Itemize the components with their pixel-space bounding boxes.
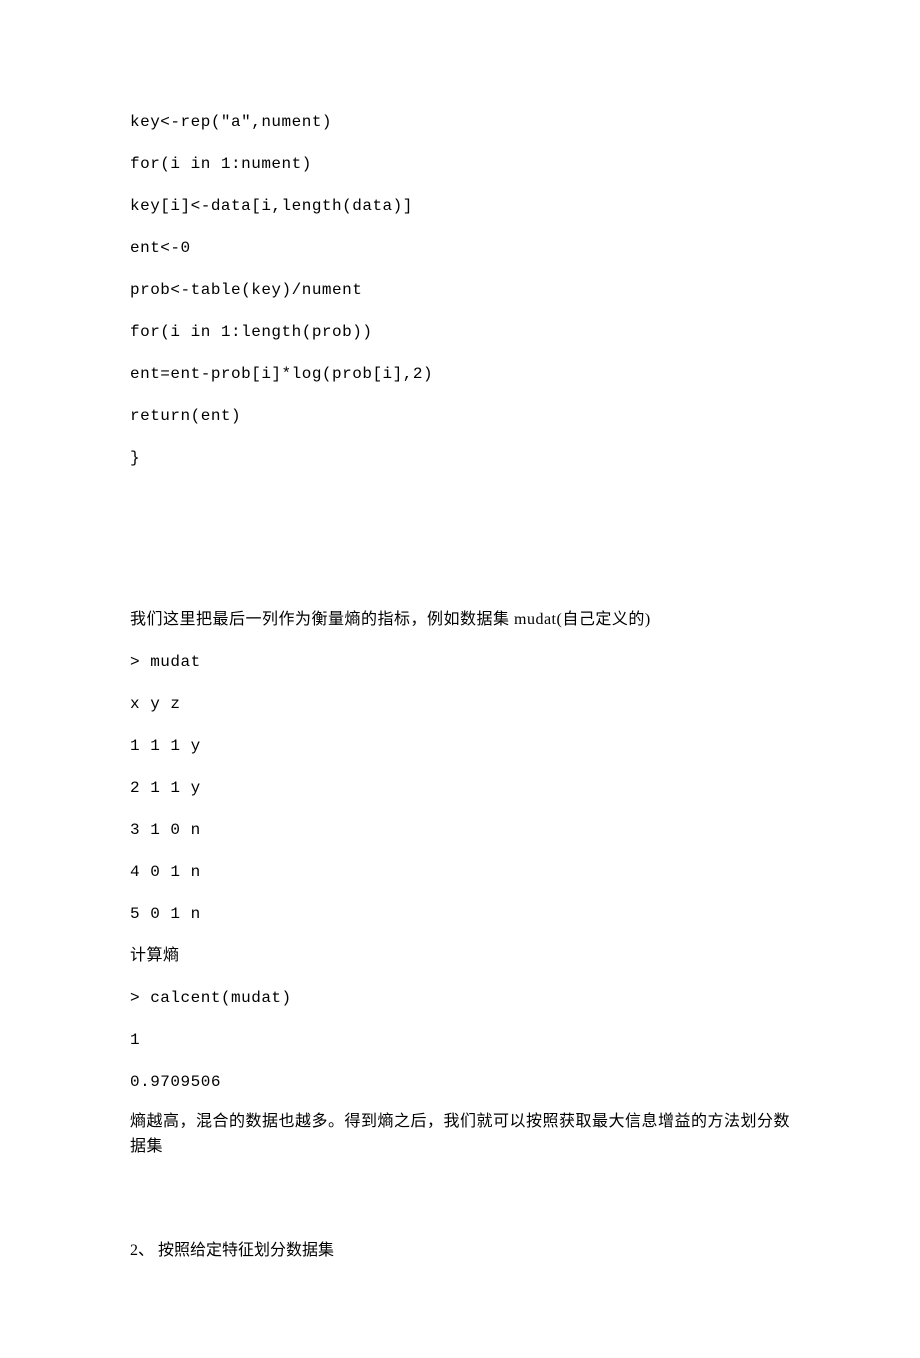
table-row: 4 0 1 n — [130, 860, 790, 884]
table-row: 5 0 1 n — [130, 902, 790, 926]
r-console-line: > mudat — [130, 650, 790, 674]
paragraph: 熵越高，混合的数据也越多。得到熵之后，我们就可以按照获取最大信息增益的方法划分数… — [130, 1112, 790, 1158]
paragraph: 我们这里把最后一列作为衡量熵的指标，例如数据集 mudat(自己定义的) — [130, 608, 790, 632]
code-line: prob<-table(key)/nument — [130, 278, 790, 302]
output-line: 0.9709506 — [130, 1070, 790, 1094]
table-row: 2 1 1 y — [130, 776, 790, 800]
code-line: } — [130, 446, 790, 470]
paragraph-line: 熵越高，混合的数据也越多。得到熵之后，我们就可以按照获取最大信息增益的方法划分数 — [130, 1112, 790, 1133]
code-line: key[i]<-data[i,length(data)] — [130, 194, 790, 218]
output-line: 1 — [130, 1028, 790, 1052]
r-console-line: > calcent(mudat) — [130, 986, 790, 1010]
spacer — [130, 1176, 790, 1236]
section-heading: 2、 按照给定特征划分数据集 — [130, 1236, 790, 1260]
code-line: for(i in 1:length(prob)) — [130, 320, 790, 344]
code-line: for(i in 1:nument) — [130, 152, 790, 176]
spacer — [130, 488, 790, 608]
code-line: ent<-0 — [130, 236, 790, 260]
table-row: 3 1 0 n — [130, 818, 790, 842]
document-page: key<-rep("a",nument) for(i in 1:nument) … — [0, 0, 920, 1358]
code-line: return(ent) — [130, 404, 790, 428]
code-line: key<-rep("a",nument) — [130, 110, 790, 134]
code-line: ent=ent-prob[i]*log(prob[i],2) — [130, 362, 790, 386]
table-header: x y z — [130, 692, 790, 716]
table-row: 1 1 1 y — [130, 734, 790, 758]
paragraph-line: 据集 — [130, 1137, 790, 1158]
label: 计算熵 — [130, 944, 790, 968]
